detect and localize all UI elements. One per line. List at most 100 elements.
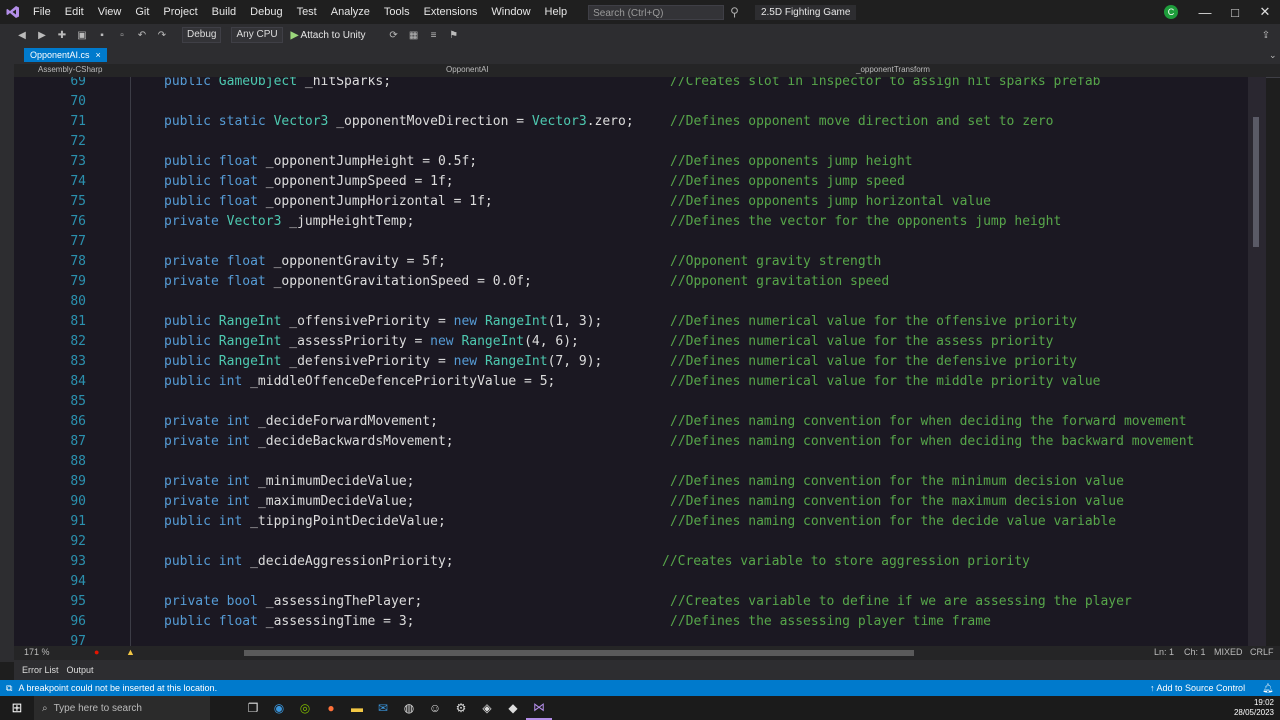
avatar[interactable]: C bbox=[1164, 5, 1178, 19]
obs-icon[interactable]: ◍ bbox=[396, 696, 422, 720]
menu-git[interactable]: Git bbox=[128, 6, 156, 18]
unity-hub-icon[interactable]: ◆ bbox=[500, 696, 526, 720]
tab-output[interactable]: Output bbox=[67, 665, 94, 675]
code-line[interactable]: 72 bbox=[14, 132, 1248, 152]
code-line[interactable]: 89 private int _minimumDecideValue; //Defi… bbox=[14, 472, 1248, 492]
code-line[interactable]: 70 bbox=[14, 92, 1248, 112]
code-line[interactable]: 81 public RangeInt _offensivePriority = n… bbox=[14, 312, 1248, 332]
menu-help[interactable]: Help bbox=[538, 6, 575, 18]
code-editor[interactable]: 69 public GameObject _hitSparks; //Creates… bbox=[14, 77, 1248, 646]
firefox-icon[interactable]: ● bbox=[318, 696, 344, 720]
back-icon[interactable]: ◀ bbox=[14, 30, 30, 41]
menu-file[interactable]: File bbox=[26, 6, 58, 18]
menu-project[interactable]: Project bbox=[156, 6, 204, 18]
code-line[interactable]: 95 private bool _assessingThePlayer; //Cre… bbox=[14, 592, 1248, 612]
menu-window[interactable]: Window bbox=[484, 6, 537, 18]
edge-icon[interactable]: ◉ bbox=[266, 696, 292, 720]
menu-edit[interactable]: Edit bbox=[58, 6, 91, 18]
tab-close-icon[interactable]: × bbox=[96, 48, 101, 62]
code-line[interactable]: 80 bbox=[14, 292, 1248, 312]
save-all-icon[interactable]: ▫ bbox=[114, 30, 130, 41]
code-line[interactable]: 79 private float _opponentGravitationSpee… bbox=[14, 272, 1248, 292]
menu-view[interactable]: View bbox=[91, 6, 129, 18]
windows-start-icon[interactable]: ⊞ bbox=[0, 696, 34, 720]
code-line[interactable]: 97 bbox=[14, 632, 1248, 646]
zoom-level[interactable]: 171 % bbox=[24, 647, 50, 657]
task-view-icon[interactable]: ❐ bbox=[240, 696, 266, 720]
layout-icon[interactable]: ▦ bbox=[406, 30, 422, 41]
visual-studio-taskbar-icon[interactable]: ⋈ bbox=[526, 696, 552, 720]
forward-icon[interactable]: ▶ bbox=[34, 30, 50, 41]
save-icon[interactable]: ▪ bbox=[94, 30, 110, 41]
solution-explorer-strip[interactable] bbox=[0, 46, 15, 662]
code-line[interactable]: 74 public float _opponentJumpSpeed = 1f; /… bbox=[14, 172, 1248, 192]
code-line[interactable]: 86 private int _decideForwardMovement; //D… bbox=[14, 412, 1248, 432]
code-line[interactable]: 73 public float _opponentJumpHeight = 0.5… bbox=[14, 152, 1248, 172]
code-line[interactable]: 93 public int _decideAggressionPriority; /… bbox=[14, 552, 1248, 572]
code-line[interactable]: 71 public static Vector3 _opponentMoveDir… bbox=[14, 112, 1248, 132]
hot-reload-icon[interactable]: ⟳ bbox=[386, 30, 402, 41]
menu-analyze[interactable]: Analyze bbox=[324, 6, 377, 18]
tab-opponentai[interactable]: OpponentAI.cs × bbox=[24, 48, 107, 62]
menu-tools[interactable]: Tools bbox=[377, 6, 417, 18]
class-dropdown[interactable]: OpponentAI bbox=[446, 65, 489, 74]
horizontal-scrollbar[interactable]: 171 % ● ▲ Ln: 1 Ch: 1 MIXED CRLF bbox=[14, 646, 1280, 660]
horizontal-scroll-thumb[interactable] bbox=[244, 650, 914, 656]
new-item-icon[interactable]: ✚ bbox=[54, 30, 70, 41]
menu-extensions[interactable]: Extensions bbox=[417, 6, 485, 18]
settings-icon[interactable]: ⚙ bbox=[448, 696, 474, 720]
code-line[interactable]: 82 public RangeInt _assessPriority = new … bbox=[14, 332, 1248, 352]
menu-debug[interactable]: Debug bbox=[243, 6, 289, 18]
attach-to-unity-button[interactable]: ▶ Attach to Unity bbox=[291, 30, 366, 41]
menu-build[interactable]: Build bbox=[205, 6, 243, 18]
whitespace-mode[interactable]: MIXED bbox=[1214, 647, 1243, 657]
visual-studio-logo-icon[interactable] bbox=[0, 0, 26, 24]
minimize-icon[interactable]: — bbox=[1190, 0, 1220, 24]
code-line[interactable]: 90 private int _maximumDecideValue; //Defi… bbox=[14, 492, 1248, 512]
platform-dropdown[interactable]: Any CPU bbox=[231, 27, 283, 43]
code-line[interactable]: 76 private Vector3 _jumpHeightTemp; //Defi… bbox=[14, 212, 1248, 232]
search-input[interactable]: Search (Ctrl+Q) bbox=[588, 4, 725, 20]
taskbar-search-input[interactable]: ⌕ Type here to search bbox=[34, 696, 210, 720]
bookmark-icon[interactable]: ⚑ bbox=[446, 30, 462, 41]
comment-icon[interactable]: ≡ bbox=[426, 30, 442, 41]
code-line[interactable]: 91 public int _tippingPointDecideValue; //… bbox=[14, 512, 1248, 532]
code-line[interactable]: 78 private float _opponentGravity = 5f; //… bbox=[14, 252, 1248, 272]
code-line[interactable]: 84 public int _middleOffenceDefencePriori… bbox=[14, 372, 1248, 392]
warning-count-icon[interactable]: ▲ bbox=[126, 647, 135, 657]
close-icon[interactable]: ✕ bbox=[1250, 0, 1280, 24]
project-dropdown[interactable]: Assembly-CSharp bbox=[38, 65, 102, 74]
unity-icon[interactable]: ◈ bbox=[474, 696, 500, 720]
code-line[interactable]: 75 public float _opponentJumpHorizontal =… bbox=[14, 192, 1248, 212]
member-dropdown[interactable]: _opponentTransform bbox=[856, 65, 930, 74]
error-count-icon[interactable]: ● bbox=[94, 647, 99, 657]
redo-icon[interactable]: ↷ bbox=[154, 30, 170, 41]
scroll-thumb[interactable] bbox=[1253, 117, 1259, 247]
tab-error-list[interactable]: Error List bbox=[22, 665, 59, 675]
add-to-source-control-button[interactable]: ↑ Add to Source Control bbox=[1150, 683, 1245, 693]
system-clock[interactable]: 19:02 28/05/2023 bbox=[1234, 698, 1274, 718]
code-line[interactable]: 88 bbox=[14, 452, 1248, 472]
line-ending[interactable]: CRLF bbox=[1250, 647, 1274, 657]
share-icon[interactable]: ⇪ bbox=[1258, 30, 1274, 41]
code-line[interactable]: 87 private int _decideBackwardsMovement; /… bbox=[14, 432, 1248, 452]
code-line[interactable]: 92 bbox=[14, 532, 1248, 552]
configuration-dropdown[interactable]: Debug bbox=[182, 27, 222, 43]
code-line[interactable]: 94 bbox=[14, 572, 1248, 592]
tab-overflow-icon[interactable]: ⌄ bbox=[1269, 50, 1277, 61]
pin-icon[interactable]: ⚲ bbox=[730, 5, 739, 19]
code-line[interactable]: 96 public float _assessingTime = 3; //Defi… bbox=[14, 612, 1248, 632]
open-icon[interactable]: ▣ bbox=[74, 30, 90, 41]
notifications-icon[interactable]: 🔔︎ bbox=[1262, 683, 1273, 694]
code-line[interactable]: 85 bbox=[14, 392, 1248, 412]
mail-icon[interactable]: ✉ bbox=[370, 696, 396, 720]
undo-icon[interactable]: ↶ bbox=[134, 30, 150, 41]
code-line[interactable]: 83 public RangeInt _defensivePriority = n… bbox=[14, 352, 1248, 372]
menu-test[interactable]: Test bbox=[290, 6, 324, 18]
app-icon[interactable]: ☺ bbox=[422, 696, 448, 720]
vertical-scrollbar[interactable] bbox=[1248, 77, 1266, 646]
code-line[interactable]: 69 public GameObject _hitSparks; //Creates… bbox=[14, 77, 1248, 92]
chrome-icon[interactable]: ◎ bbox=[292, 696, 318, 720]
maximize-icon[interactable]: □ bbox=[1220, 0, 1250, 24]
code-line[interactable]: 77 bbox=[14, 232, 1248, 252]
